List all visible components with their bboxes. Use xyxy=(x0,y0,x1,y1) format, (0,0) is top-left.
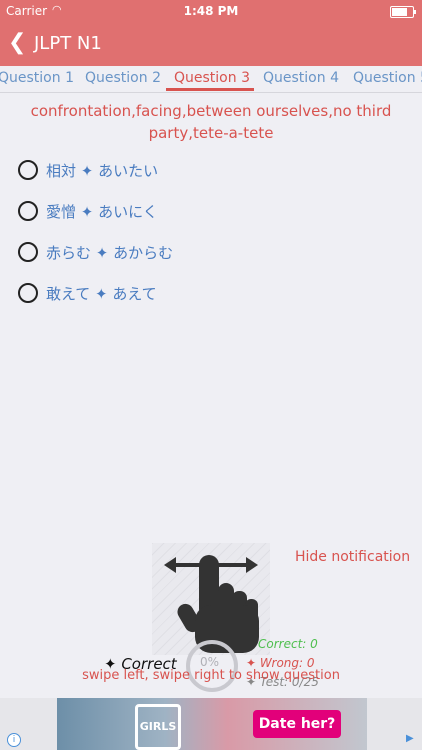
ad-banner[interactable]: GIRLS Date her? xyxy=(0,698,422,750)
ad-info-icon[interactable]: i xyxy=(7,733,21,747)
option-label[interactable]: 愛憎 ✦ あいにく xyxy=(46,201,158,222)
swipe-instruction: swipe left, swipe right to show question xyxy=(82,668,340,683)
battery-icon xyxy=(390,6,416,18)
option-label[interactable]: 相対 ✦ あいたい xyxy=(46,160,158,181)
option-label[interactable]: 赤らむ ✦ あからむ xyxy=(46,242,173,263)
swipe-hand-icon xyxy=(164,555,259,653)
radio-button[interactable] xyxy=(18,201,38,221)
answer-option[interactable]: 赤らむ ✦ あからむ xyxy=(18,240,173,264)
tab-question-4[interactable]: Question 4 xyxy=(263,70,339,86)
ad-play-icon[interactable]: ▶ xyxy=(406,733,414,744)
radio-button[interactable] xyxy=(18,160,38,180)
correct-count: Correct: 0 xyxy=(258,637,318,651)
clock: 1:48 PM xyxy=(183,4,239,18)
navigation-bar: ❮ JLPT N1 xyxy=(0,22,422,66)
back-chevron-icon[interactable]: ❮ xyxy=(8,30,26,56)
ad-cta-button[interactable]: Date her? xyxy=(253,710,341,738)
tab-question-5[interactable]: Question 5 xyxy=(353,70,422,86)
status-bar: Carrier ◠ 1:48 PM xyxy=(0,0,422,22)
tab-question-3[interactable]: Question 3 xyxy=(174,70,250,86)
question-text: confrontation,facing,between ourselves,n… xyxy=(30,102,392,142)
radio-button[interactable] xyxy=(18,283,38,303)
hide-notification-button[interactable]: Hide notification xyxy=(295,549,410,565)
swipe-hint-image xyxy=(152,543,270,655)
ad-image[interactable]: GIRLS Date her? xyxy=(57,698,367,750)
radio-button[interactable] xyxy=(18,242,38,262)
answer-option[interactable]: 敢えて ✦ あえて xyxy=(18,281,157,305)
nav-title[interactable]: JLPT N1 xyxy=(34,33,102,54)
tab-question-2[interactable]: Question 2 xyxy=(85,70,161,86)
option-label[interactable]: 敢えて ✦ あえて xyxy=(46,283,157,304)
answer-option[interactable]: 愛憎 ✦ あいにく xyxy=(18,199,158,223)
ad-logo: GIRLS xyxy=(135,704,181,750)
question-tabs: Question 1 Question 2 Question 3 Questio… xyxy=(0,66,422,93)
score-percent: 0% xyxy=(200,655,220,669)
active-tab-indicator xyxy=(166,88,254,91)
tab-question-1[interactable]: Question 1 xyxy=(0,70,74,86)
answer-option[interactable]: 相対 ✦ あいたい xyxy=(18,158,158,182)
